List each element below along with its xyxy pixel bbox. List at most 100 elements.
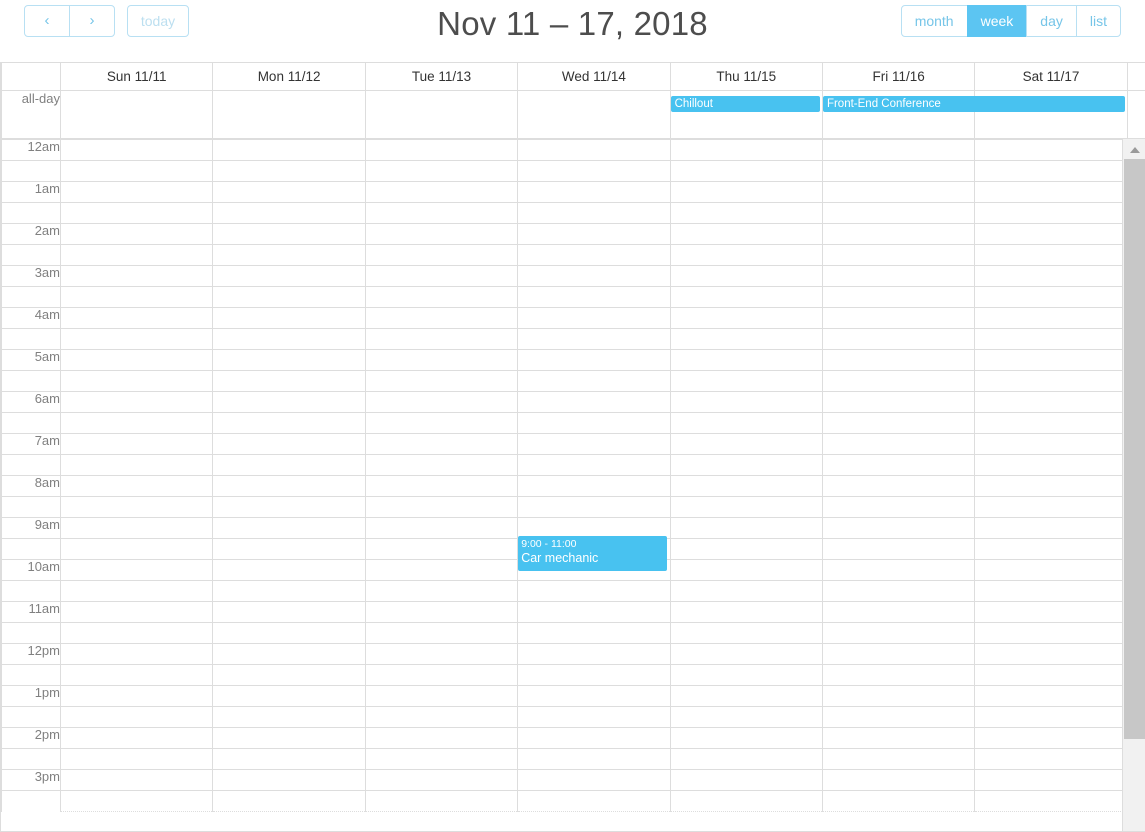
time-slot-cell[interactable] bbox=[517, 600, 671, 623]
time-slot-cell[interactable] bbox=[59, 453, 214, 476]
time-slot-cell[interactable] bbox=[974, 264, 1128, 287]
all-day-cell-thu[interactable]: Chillout bbox=[669, 89, 823, 139]
time-slot-cell[interactable] bbox=[974, 411, 1128, 434]
time-slot-cell[interactable] bbox=[669, 537, 823, 560]
time-slot-cell[interactable] bbox=[669, 138, 823, 161]
time-slot-cell[interactable] bbox=[59, 390, 214, 413]
time-slot-cell[interactable] bbox=[974, 390, 1128, 413]
time-slot-cell[interactable] bbox=[974, 663, 1128, 686]
time-slot-cell[interactable] bbox=[517, 411, 671, 434]
time-slot-cell[interactable] bbox=[669, 348, 823, 371]
time-slot-cell[interactable] bbox=[59, 222, 214, 245]
time-slot-cell[interactable] bbox=[212, 264, 366, 287]
time-slot-cell[interactable] bbox=[212, 537, 366, 560]
time-slot-cell[interactable] bbox=[364, 684, 519, 707]
time-slot-cell[interactable] bbox=[669, 726, 823, 749]
all-day-cell-sat[interactable] bbox=[974, 89, 1128, 139]
time-slot-cell[interactable] bbox=[364, 537, 519, 560]
time-slot-cell[interactable] bbox=[974, 684, 1128, 707]
time-slot-cell[interactable] bbox=[59, 138, 214, 161]
all-day-event-chillout[interactable]: Chillout bbox=[670, 95, 820, 112]
time-slot-cell[interactable] bbox=[669, 432, 823, 455]
time-slot-cell[interactable] bbox=[669, 222, 823, 245]
time-slot-cell[interactable] bbox=[59, 201, 214, 224]
scrollbar-thumb[interactable] bbox=[1124, 158, 1145, 739]
time-slot-cell[interactable] bbox=[517, 474, 671, 497]
time-slot-cell[interactable] bbox=[212, 705, 366, 728]
day-header-sat[interactable]: Sat 11/17 bbox=[974, 63, 1128, 91]
time-slot-cell[interactable] bbox=[669, 285, 823, 308]
time-slot-cell[interactable] bbox=[364, 306, 519, 329]
time-slot-cell[interactable] bbox=[821, 621, 976, 644]
time-slot-cell[interactable] bbox=[821, 789, 976, 812]
time-slot-cell[interactable] bbox=[669, 495, 823, 518]
time-slot-cell[interactable] bbox=[821, 600, 976, 623]
time-slot-cell[interactable] bbox=[821, 369, 976, 392]
time-slot-cell[interactable] bbox=[821, 285, 976, 308]
time-slot-cell[interactable] bbox=[59, 705, 214, 728]
time-slot-cell[interactable] bbox=[517, 726, 671, 749]
time-slot-cell[interactable] bbox=[212, 138, 366, 161]
time-slot-cell[interactable] bbox=[974, 138, 1128, 161]
time-slot-cell[interactable] bbox=[974, 621, 1128, 644]
time-slot-cell[interactable] bbox=[974, 474, 1128, 497]
time-slot-cell[interactable] bbox=[669, 453, 823, 476]
time-slot-cell[interactable] bbox=[669, 327, 823, 350]
time-slot-cell[interactable] bbox=[517, 768, 671, 791]
time-slot-cell[interactable] bbox=[821, 747, 976, 770]
time-slot-cell[interactable] bbox=[669, 201, 823, 224]
time-slot-cell[interactable] bbox=[669, 705, 823, 728]
time-slot-cell[interactable] bbox=[59, 684, 214, 707]
time-slot-cell[interactable] bbox=[974, 159, 1128, 182]
time-slot-cell[interactable] bbox=[517, 621, 671, 644]
time-slot-cell[interactable] bbox=[821, 327, 976, 350]
time-slot-cell[interactable] bbox=[364, 789, 519, 812]
time-slot-cell[interactable] bbox=[974, 306, 1128, 329]
day-header-mon[interactable]: Mon 11/12 bbox=[212, 63, 366, 91]
time-slot-cell[interactable] bbox=[517, 327, 671, 350]
time-slot-cell[interactable] bbox=[59, 768, 214, 791]
time-slot-cell[interactable] bbox=[517, 159, 671, 182]
time-slot-cell[interactable] bbox=[364, 243, 519, 266]
time-slot-cell[interactable] bbox=[821, 495, 976, 518]
time-slot-cell[interactable] bbox=[821, 264, 976, 287]
time-slot-cell[interactable] bbox=[821, 663, 976, 686]
time-slot-cell[interactable] bbox=[212, 180, 366, 203]
time-slot-cell[interactable] bbox=[974, 726, 1128, 749]
time-slot-cell[interactable] bbox=[59, 306, 214, 329]
time-slot-cell[interactable] bbox=[821, 558, 976, 581]
time-slot-cell[interactable] bbox=[669, 579, 823, 602]
time-slot-cell[interactable] bbox=[59, 264, 214, 287]
time-slot-cell[interactable] bbox=[59, 516, 214, 539]
time-slot-cell[interactable] bbox=[212, 390, 366, 413]
time-slot-cell[interactable] bbox=[821, 453, 976, 476]
time-slot-cell[interactable] bbox=[517, 684, 671, 707]
time-slot-cell[interactable] bbox=[669, 789, 823, 812]
time-slot-cell[interactable] bbox=[974, 768, 1128, 791]
time-slot-cell[interactable] bbox=[974, 243, 1128, 266]
time-slot-cell[interactable] bbox=[59, 369, 214, 392]
view-button-week[interactable]: week bbox=[966, 5, 1028, 37]
time-slot-cell[interactable] bbox=[364, 558, 519, 581]
time-slot-cell[interactable] bbox=[974, 705, 1128, 728]
time-slot-cell[interactable] bbox=[517, 432, 671, 455]
view-button-day[interactable]: day bbox=[1026, 5, 1077, 37]
time-slot-cell[interactable] bbox=[517, 663, 671, 686]
time-slot-cell[interactable] bbox=[59, 663, 214, 686]
time-slot-cell[interactable] bbox=[669, 159, 823, 182]
time-slot-cell[interactable] bbox=[669, 411, 823, 434]
time-slot-cell[interactable] bbox=[669, 369, 823, 392]
time-slot-cell[interactable] bbox=[669, 516, 823, 539]
time-slot-cell[interactable] bbox=[669, 747, 823, 770]
time-slot-cell[interactable] bbox=[821, 705, 976, 728]
day-header-wed[interactable]: Wed 11/14 bbox=[517, 63, 671, 91]
time-slot-cell[interactable] bbox=[517, 579, 671, 602]
time-slot-cell[interactable] bbox=[364, 327, 519, 350]
time-slot-cell[interactable] bbox=[974, 600, 1128, 623]
time-slot-cell[interactable] bbox=[59, 726, 214, 749]
time-slot-cell[interactable] bbox=[59, 621, 214, 644]
time-slot-cell[interactable] bbox=[212, 201, 366, 224]
time-slot-cell[interactable] bbox=[212, 768, 366, 791]
time-slot-cell[interactable] bbox=[669, 306, 823, 329]
time-slot-cell[interactable] bbox=[821, 579, 976, 602]
